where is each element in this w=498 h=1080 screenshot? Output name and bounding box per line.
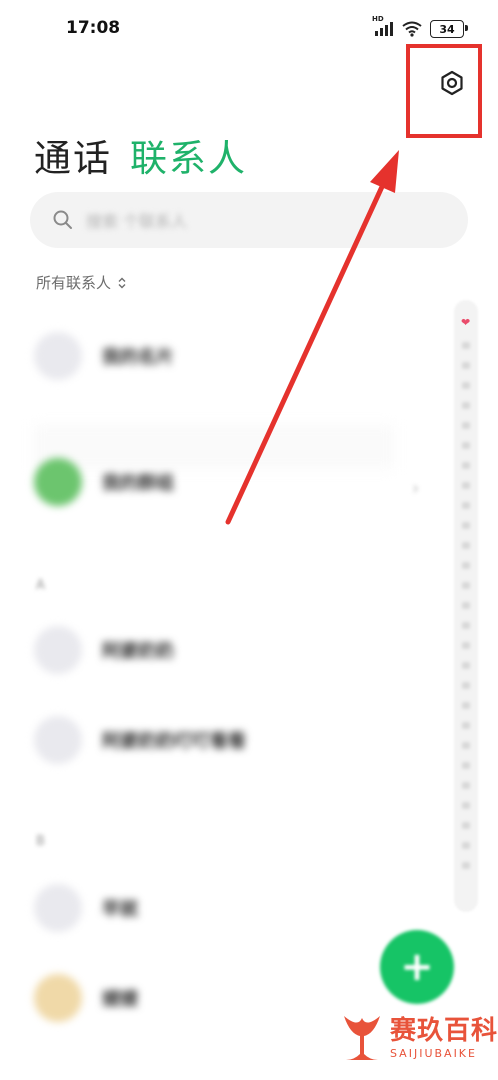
index-letter-mark [462,582,470,589]
index-letter-mark [462,422,470,429]
settings-button[interactable] [422,58,482,108]
index-letter-mark [462,342,470,349]
signal-bars [375,22,393,36]
search-input[interactable]: 搜索 个联系人 [30,192,468,248]
contact-name: 我的群组 [102,473,174,494]
list-item[interactable]: 阿婆奶奶 [34,626,174,674]
whale-tail-icon [344,1016,380,1060]
list-item[interactable]: 我的名片 [34,332,174,380]
avatar [34,332,82,380]
index-letter-mark [462,622,470,629]
list-item[interactable]: 阿婆奶奶叮叮看看 [34,716,246,764]
contact-filter[interactable]: 所有联系人 [36,272,127,293]
index-letter-mark [462,682,470,689]
search-icon [53,210,72,229]
index-letter-mark [462,542,470,549]
heart-icon[interactable]: ❤ [461,316,470,329]
settings-hexagon-icon [441,70,463,96]
search-placeholder: 搜索 个联系人 [86,212,188,231]
index-letter-mark [462,702,470,709]
contact-name: 嫂嫂 [102,989,138,1010]
contact-name: 早就 [102,899,138,920]
watermark-logo: 赛玖百科 SAIJIUBAIKE [340,1010,498,1066]
index-letter-mark [462,442,470,449]
list-item[interactable]: 早就 [34,884,138,932]
contact-name: 阿婆奶奶 [102,641,174,662]
avatar [34,716,82,764]
index-letter-mark [462,742,470,749]
tab-contacts[interactable]: 联系人 [130,128,247,182]
index-letter-mark [462,822,470,829]
list-item[interactable]: 我的群组 [34,458,174,506]
status-icons: HD 34 [372,15,468,38]
avatar [34,458,82,506]
tab-bar: 通话 联系人 [34,128,247,182]
index-letter-mark [462,862,470,869]
watermark-cn: 赛玖百科 [390,1015,498,1046]
index-letter-mark [462,842,470,849]
index-letter-mark [462,522,470,529]
chevron-right-icon: › [412,478,420,499]
index-letter-mark [462,662,470,669]
index-letter-mark [462,482,470,489]
plus-icon: + [400,944,434,990]
battery-icon: 34 [430,20,468,38]
index-letter-mark [462,382,470,389]
sort-updown-icon [118,277,126,288]
wifi-icon [402,21,422,37]
index-letter-mark [462,762,470,769]
index-letter-mark [462,502,470,509]
list-item[interactable]: 嫂嫂 [34,974,138,1022]
filter-label: 所有联系人 [36,274,112,292]
index-letter-mark [462,362,470,369]
index-letter-mark [462,642,470,649]
index-letter-mark [462,802,470,809]
network-badge: HD [372,15,384,23]
signal-icon: HD [372,15,394,37]
index-letter-mark [462,562,470,569]
watermark-en: SAIJIUBAIKE [390,1046,477,1060]
contact-name: 我的名片 [102,347,174,368]
section-letter: B [36,834,45,849]
index-letter-mark [462,782,470,789]
index-letters [462,342,470,869]
contact-name: 阿婆奶奶叮叮看看 [102,731,246,752]
avatar [34,884,82,932]
status-time: 17:08 [66,18,121,38]
avatar [34,974,82,1022]
avatar [34,626,82,674]
tab-calls[interactable]: 通话 [34,128,112,182]
add-contact-button[interactable]: + [380,930,454,1004]
index-letter-mark [462,722,470,729]
section-letter: A [36,578,45,593]
index-letter-mark [462,602,470,609]
index-letter-mark [462,402,470,409]
index-letter-mark [462,462,470,469]
status-bar: 17:08 HD 34 [0,0,498,60]
